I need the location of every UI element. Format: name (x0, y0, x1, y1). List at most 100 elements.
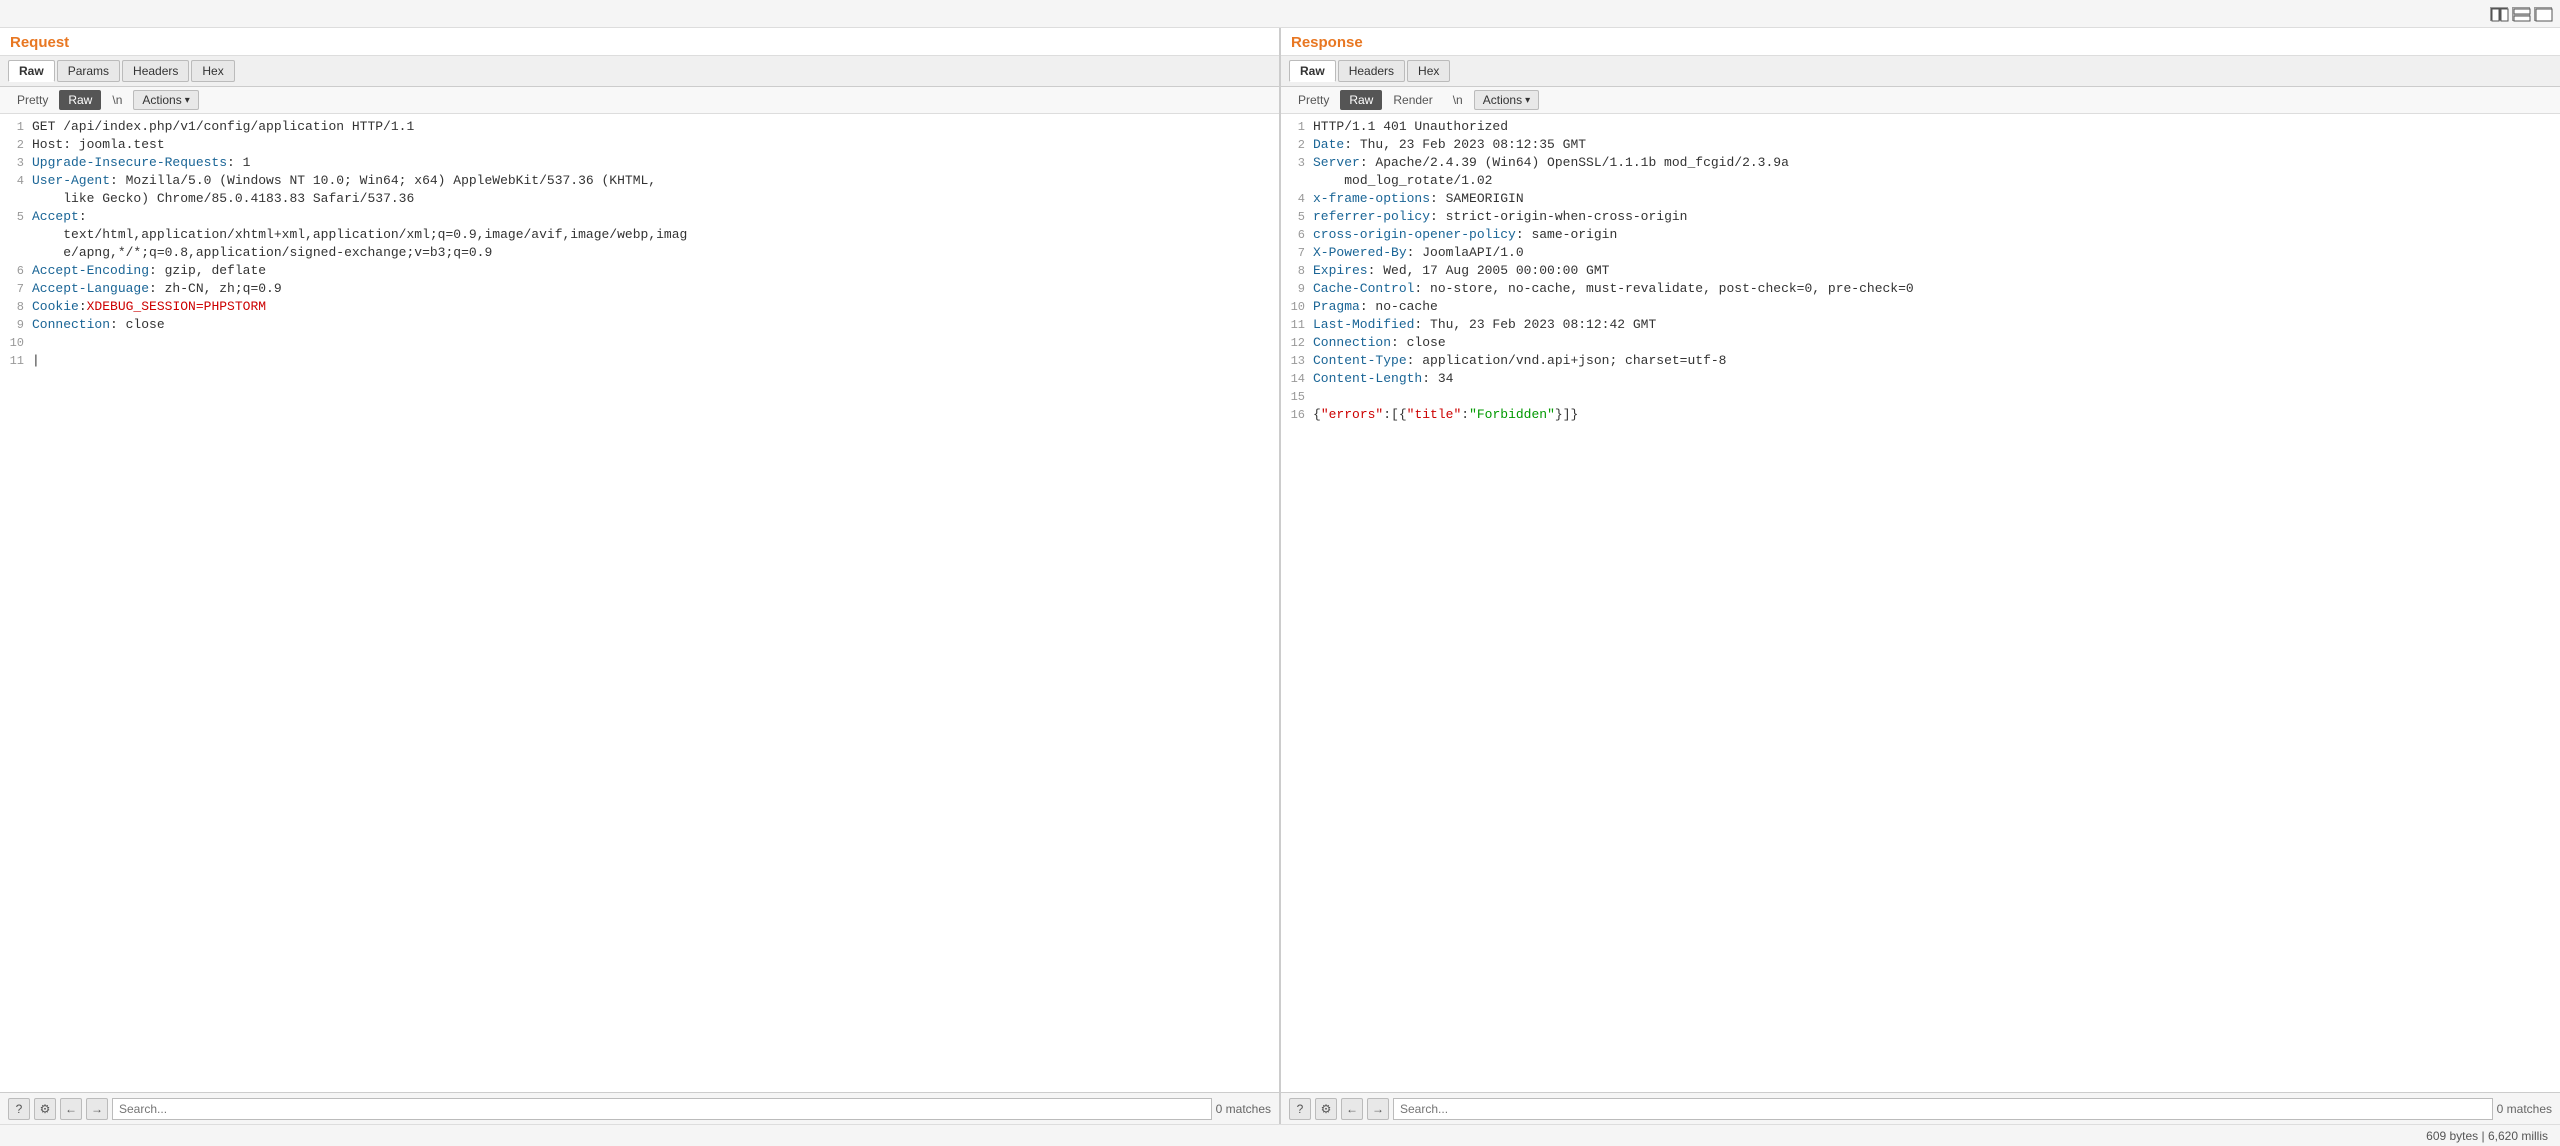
request-bottom-bar: ? ⚙ ← → 0 matches (0, 1092, 1279, 1124)
response-forward-button[interactable]: → (1367, 1098, 1389, 1120)
line-content (32, 334, 40, 352)
line-content: Date: Thu, 23 Feb 2023 08:12:35 GMT (1313, 136, 1586, 154)
layout-icons (2490, 7, 2552, 21)
response-subtab-render[interactable]: Render (1384, 90, 1441, 110)
response-line-10: 10 Pragma: no-cache (1281, 298, 2560, 316)
line-content: x-frame-options: SAMEORIGIN (1313, 190, 1524, 208)
request-help-button[interactable]: ? (8, 1098, 30, 1120)
response-actions-button[interactable]: Actions (1474, 90, 1539, 110)
request-subtab-pretty[interactable]: Pretty (8, 90, 57, 110)
response-line-13: 13 Content-Type: application/vnd.api+jso… (1281, 352, 2560, 370)
request-panel: Request Raw Params Headers Hex Pretty Ra… (0, 28, 1280, 1124)
line-content: Upgrade-Insecure-Requests: 1 (32, 154, 250, 172)
line-num: 2 (1281, 136, 1313, 154)
line-content: GET /api/index.php/v1/config/application… (32, 118, 414, 136)
line-content: Accept-Encoding: gzip, deflate (32, 262, 266, 280)
response-help-button[interactable]: ? (1289, 1098, 1311, 1120)
response-bottom-bar: ? ⚙ ← → 0 matches (1281, 1092, 2560, 1124)
response-line-8: 8 Expires: Wed, 17 Aug 2005 00:00:00 GMT (1281, 262, 2560, 280)
request-settings-button[interactable]: ⚙ (34, 1098, 56, 1120)
line-content: mod_log_rotate/1.02 (1313, 172, 1492, 190)
line-num: 15 (1281, 388, 1313, 406)
line-content: Last-Modified: Thu, 23 Feb 2023 08:12:42… (1313, 316, 1656, 334)
request-back-button[interactable]: ← (60, 1098, 82, 1120)
line-content: HTTP/1.1 401 Unauthorized (1313, 118, 1508, 136)
line-content: Content-Type: application/vnd.api+json; … (1313, 352, 1726, 370)
response-line-4: 4 x-frame-options: SAMEORIGIN (1281, 190, 2560, 208)
line-num (1281, 172, 1313, 190)
request-line-4: 4 User-Agent: Mozilla/5.0 (Windows NT 10… (0, 172, 1279, 190)
response-line-1: 1 HTTP/1.1 401 Unauthorized (1281, 118, 2560, 136)
request-tab-hex[interactable]: Hex (191, 60, 234, 82)
line-content: Accept-Language: zh-CN, zh;q=0.9 (32, 280, 282, 298)
response-tab-headers[interactable]: Headers (1338, 60, 1405, 82)
response-tab-bar: Raw Headers Hex (1281, 56, 2560, 87)
request-matches-count: 0 matches (1216, 1102, 1271, 1116)
line-content: referrer-policy: strict-origin-when-cros… (1313, 208, 1687, 226)
top-bar (0, 0, 2560, 28)
request-tab-headers[interactable]: Headers (122, 60, 189, 82)
line-content: text/html,application/xhtml+xml,applicat… (32, 226, 687, 244)
line-content: Host: joomla.test (32, 136, 165, 154)
line-num: 6 (0, 262, 32, 280)
request-search-input[interactable] (112, 1098, 1212, 1120)
response-line-7: 7 X-Powered-By: JoomlaAPI/1.0 (1281, 244, 2560, 262)
line-content: Expires: Wed, 17 Aug 2005 00:00:00 GMT (1313, 262, 1609, 280)
line-num: 5 (0, 208, 32, 226)
request-line-5c: e/apng,*/*;q=0.8,application/signed-exch… (0, 244, 1279, 262)
line-content: Server: Apache/2.4.39 (Win64) OpenSSL/1.… (1313, 154, 1789, 172)
request-subtab-ln[interactable]: \n (103, 90, 131, 110)
response-search-input[interactable] (1393, 1098, 2493, 1120)
request-forward-button[interactable]: → (86, 1098, 108, 1120)
line-content: Content-Length: 34 (1313, 370, 1453, 388)
response-back-button[interactable]: ← (1341, 1098, 1363, 1120)
response-code-area: 1 HTTP/1.1 401 Unauthorized 2 Date: Thu,… (1281, 114, 2560, 1092)
layout-split-horizontal-icon[interactable] (2490, 7, 2508, 21)
response-settings-button[interactable]: ⚙ (1315, 1098, 1337, 1120)
line-num: 4 (1281, 190, 1313, 208)
line-num (0, 244, 32, 262)
line-num: 4 (0, 172, 32, 190)
line-content: Pragma: no-cache (1313, 298, 1438, 316)
response-line-3: 3 Server: Apache/2.4.39 (Win64) OpenSSL/… (1281, 154, 2560, 172)
line-content: Cache-Control: no-store, no-cache, must-… (1313, 280, 1914, 298)
response-line-6: 6 cross-origin-opener-policy: same-origi… (1281, 226, 2560, 244)
line-content: cross-origin-opener-policy: same-origin (1313, 226, 1617, 244)
response-subtab-ln[interactable]: \n (1444, 90, 1472, 110)
layout-split-vertical-icon[interactable] (2512, 7, 2530, 21)
line-content: Connection: close (1313, 334, 1446, 352)
layout-single-icon[interactable] (2534, 7, 2552, 21)
response-line-16: 16 {"errors":[{"title":"Forbidden"}]} (1281, 406, 2560, 424)
request-tab-raw[interactable]: Raw (8, 60, 55, 82)
request-line-7: 7 Accept-Language: zh-CN, zh;q=0.9 (0, 280, 1279, 298)
line-num: 3 (0, 154, 32, 172)
response-matches-count: 0 matches (2497, 1102, 2552, 1116)
line-num: 12 (1281, 334, 1313, 352)
response-line-11: 11 Last-Modified: Thu, 23 Feb 2023 08:12… (1281, 316, 2560, 334)
line-num: 1 (0, 118, 32, 136)
request-line-5: 5 Accept: (0, 208, 1279, 226)
line-num: 9 (1281, 280, 1313, 298)
response-panel: Response Raw Headers Hex Pretty Raw Rend… (1281, 28, 2560, 1124)
request-tab-params[interactable]: Params (57, 60, 120, 82)
response-line-9: 9 Cache-Control: no-store, no-cache, mus… (1281, 280, 2560, 298)
response-line-5: 5 referrer-policy: strict-origin-when-cr… (1281, 208, 2560, 226)
line-num: 9 (0, 316, 32, 334)
response-tab-raw[interactable]: Raw (1289, 60, 1336, 82)
response-subtab-raw[interactable]: Raw (1340, 90, 1382, 110)
response-sub-tab-bar: Pretty Raw Render \n Actions (1281, 87, 2560, 114)
line-num: 10 (1281, 298, 1313, 316)
line-num: 14 (1281, 370, 1313, 388)
line-content: like Gecko) Chrome/85.0.4183.83 Safari/5… (32, 190, 414, 208)
line-num: 16 (1281, 406, 1313, 424)
line-num: 1 (1281, 118, 1313, 136)
request-subtab-raw[interactable]: Raw (59, 90, 101, 110)
line-content: | (32, 352, 40, 370)
response-line-15: 15 (1281, 388, 2560, 406)
request-actions-button[interactable]: Actions (133, 90, 198, 110)
line-content: Connection: close (32, 316, 165, 334)
line-num: 11 (1281, 316, 1313, 334)
response-subtab-pretty[interactable]: Pretty (1289, 90, 1338, 110)
response-tab-hex[interactable]: Hex (1407, 60, 1450, 82)
line-num: 8 (0, 298, 32, 316)
